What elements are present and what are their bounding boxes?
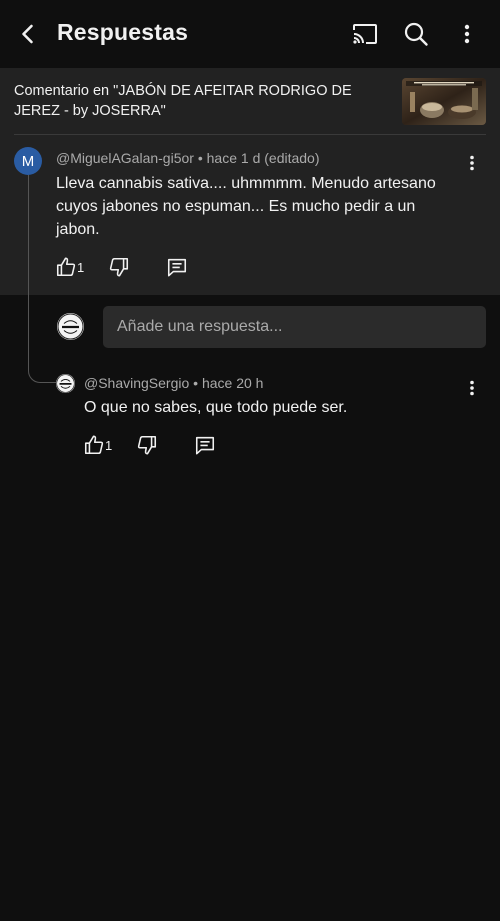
back-button[interactable] [10, 16, 46, 52]
reply-text: O que no sabes, que todo puede ser. [84, 399, 348, 416]
thumbs-down-icon [138, 435, 157, 455]
page-title: Respuestas [57, 19, 189, 45]
like-count: 1 [77, 259, 85, 275]
back-arrow-icon [22, 24, 33, 44]
reply-time: hace 20 h [201, 375, 264, 391]
context-title: Comentario en "JABÓN DE AFEITAR RODRIGO … [14, 83, 352, 119]
more-vert-icon [470, 155, 474, 171]
shaving-logo-icon [56, 374, 75, 393]
cast-icon [353, 24, 377, 44]
user-avatar [57, 313, 84, 340]
dislike-button[interactable] [132, 430, 162, 460]
comment-meta: @MiguelAGalan-gi5or • hace 1 d (editado) [56, 150, 320, 166]
more-vert-icon [470, 380, 474, 396]
comment-icon [168, 258, 187, 277]
comment-time: hace 1 d (editado) [206, 150, 320, 166]
avatar[interactable]: M [14, 147, 42, 175]
comment-more-button[interactable] [462, 151, 482, 175]
comment-text: Lleva cannabis sativa.... uhmmmm. Menudo… [56, 175, 436, 238]
meta-separator: • [197, 150, 207, 166]
search-icon [404, 22, 428, 46]
more-options-button[interactable] [452, 16, 482, 52]
search-button[interactable] [398, 16, 434, 52]
video-thumbnail[interactable] [402, 78, 486, 125]
top-bar: Respuestas [0, 0, 500, 68]
reply-button[interactable] [190, 430, 220, 460]
meta-separator: • [193, 375, 202, 391]
thumbs-up-icon [56, 257, 76, 277]
comment-icon [196, 436, 215, 455]
thumbs-up-icon [84, 435, 104, 455]
reply-input-row [0, 295, 500, 360]
thumbs-down-icon [110, 257, 129, 277]
comment-actions: 1 [51, 252, 192, 282]
more-vert-icon [464, 24, 470, 44]
dislike-button[interactable] [104, 252, 134, 282]
avatar[interactable] [56, 374, 75, 393]
reply-more-button[interactable] [462, 376, 482, 400]
reply-author[interactable]: @ShavingSergio [84, 375, 189, 391]
reply-meta: @ShavingSergio • hace 20 h [84, 375, 263, 391]
cast-button[interactable] [347, 16, 383, 52]
comment-author[interactable]: @MiguelAGalan-gi5or [56, 150, 194, 166]
thumbnail-image [402, 78, 486, 125]
reply-input[interactable] [103, 306, 486, 348]
reply-button[interactable] [162, 252, 192, 282]
comment-context-bar[interactable]: Comentario en "JABÓN DE AFEITAR RODRIGO … [0, 68, 500, 135]
shaving-logo-icon [57, 313, 84, 340]
reply-actions: 1 [79, 430, 220, 460]
like-count: 1 [105, 437, 113, 453]
parent-comment: M @MiguelAGalan-gi5or • hace 1 d (editad… [0, 135, 500, 295]
